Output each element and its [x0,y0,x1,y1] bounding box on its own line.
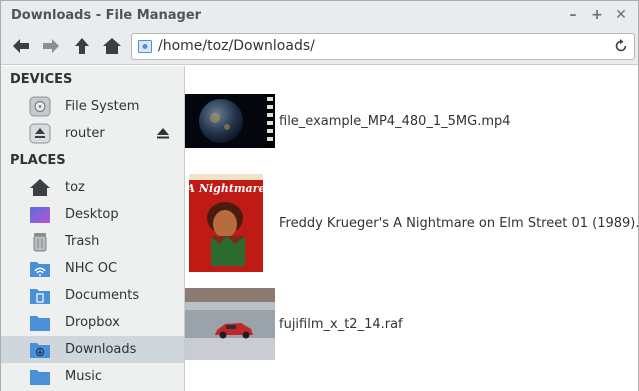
arrow-left-icon [13,39,29,53]
race-car-photo-thumbnail [185,288,275,360]
arrow-up-icon [75,38,89,54]
sidebar-item-label: NHC OC [65,261,118,276]
sidebar-item-toz[interactable]: toz [1,174,184,201]
music-folder-icon [30,370,50,385]
file-name: fujifilm_x_t2_14.raf [279,316,403,332]
downloads-folder-icon [30,343,50,358]
sidebar-item-label: File System [65,99,140,114]
window-controls: – + ✕ [564,6,630,24]
sidebar-item-label: Documents [65,288,140,303]
folder-icon [138,40,152,53]
sidebar-item-dropbox[interactable]: Dropbox [1,309,184,336]
back-button[interactable] [11,37,31,55]
minimize-button[interactable]: – [564,6,582,24]
sidebar: DEVICES File System router PLACES toz De… [1,66,185,391]
title-bar[interactable]: Downloads - File Manager – + ✕ [1,1,638,29]
sidebar-item-label: router [65,126,105,141]
file-list[interactable]: file_example_MP4_480_1_5MG.mp4 A Nightma… [185,66,639,391]
sidebar-item-label: Music [65,369,102,384]
sidebar-item-desktop[interactable]: Desktop [1,201,184,228]
home-button[interactable] [102,37,122,55]
up-button[interactable] [72,37,92,55]
file-item[interactable]: fujifilm_x_t2_14.raf [185,288,403,360]
forward-button[interactable] [41,37,61,55]
maximize-button[interactable]: + [588,6,606,24]
sidebar-item-documents[interactable]: Documents [1,282,184,309]
drive-eject-icon [29,123,51,144]
location-bar[interactable] [131,33,635,60]
sidebar-item-label: Trash [65,234,100,249]
desktop-folder-icon [30,207,50,223]
trash-icon [33,233,47,252]
file-name: Freddy Krueger's A Nightmare on Elm Stre… [279,215,639,231]
home-icon [103,38,121,54]
sidebar-item-music[interactable]: Music [1,363,184,390]
window-title: Downloads - File Manager [11,8,202,23]
places-header: PLACES [10,153,66,168]
file-item[interactable]: file_example_MP4_480_1_5MG.mp4 [185,94,511,148]
folder-icon [30,316,50,331]
comic-cover-thumbnail: A Nightmare [189,174,263,272]
eject-icon[interactable] [157,128,169,139]
sidebar-item-downloads[interactable]: Downloads [1,336,184,363]
thumbnail-frame: A Nightmare [185,174,275,272]
earth-video-thumbnail [185,94,275,148]
documents-folder-icon [30,289,50,304]
reload-icon[interactable] [614,39,628,53]
sidebar-item-trash[interactable]: Trash [1,228,184,255]
sidebar-item-label: Desktop [65,207,119,222]
toolbar [1,29,638,65]
home-icon [30,179,50,196]
sidebar-item-nhc-oc[interactable]: NHC OC [1,255,184,282]
devices-header: DEVICES [10,72,73,87]
sidebar-item-label: Dropbox [65,315,120,330]
close-button[interactable]: ✕ [612,6,630,24]
sidebar-item-label: toz [65,180,85,195]
path-input[interactable] [158,34,598,59]
sidebar-item-label: Downloads [65,342,137,357]
arrow-right-icon [43,39,59,53]
harddisk-icon [29,96,51,117]
file-name: file_example_MP4_480_1_5MG.mp4 [279,113,511,129]
sidebar-item-file-system[interactable]: File System [1,93,184,120]
file-manager-window: Downloads - File Manager – + ✕ /home/toz… [0,0,639,391]
network-folder-icon [30,262,50,277]
cover-title: A Nightmare [189,182,263,195]
file-item[interactable]: A Nightmare Freddy Krueger's A Nightmare… [185,174,639,272]
sidebar-item-router[interactable]: router [1,120,184,147]
